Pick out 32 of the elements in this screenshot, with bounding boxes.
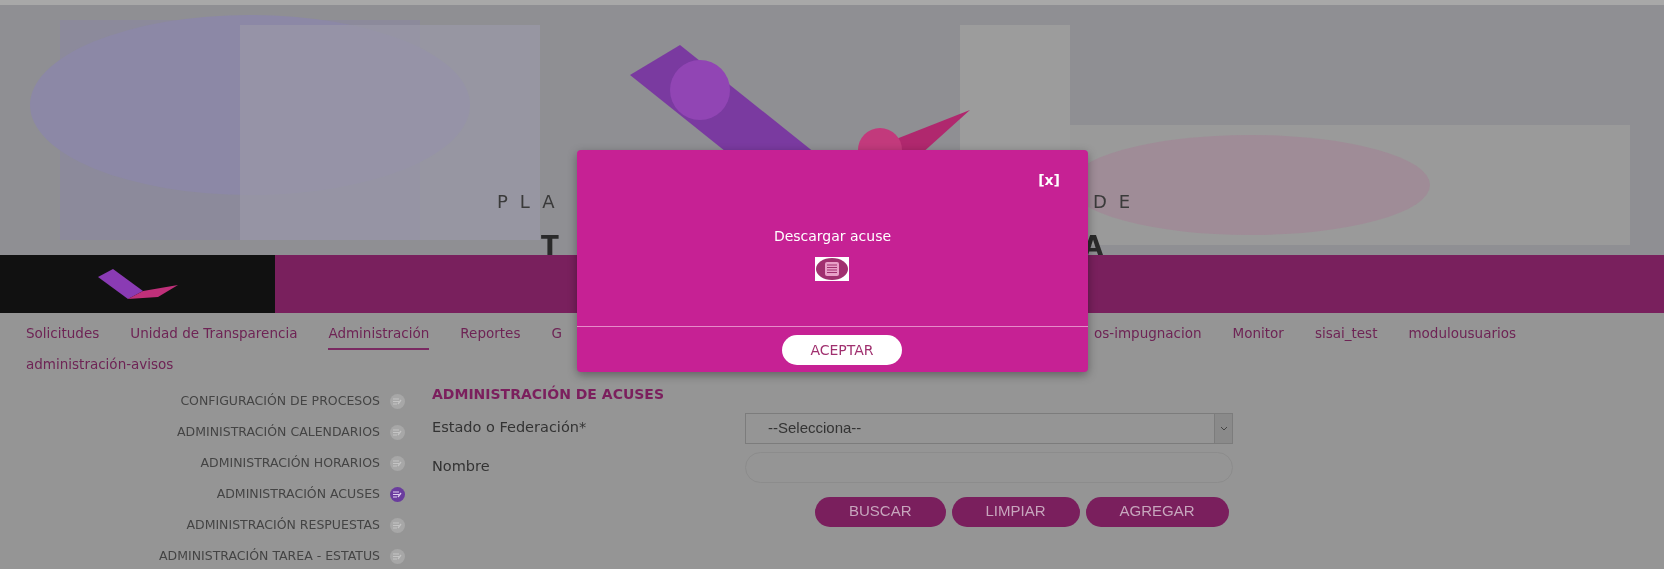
banner-text: T — [541, 230, 559, 255]
sidebar-item[interactable]: ADMINISTRACIÓN ACUSES — [216, 484, 380, 504]
nav-link[interactable]: Administración — [328, 319, 430, 351]
sidebar-item[interactable]: ADMINISTRACIÓN TAREA - ESTATUS — [159, 546, 380, 566]
document-icon[interactable] — [815, 256, 849, 281]
nav-link[interactable]: administración-avisos — [26, 350, 174, 382]
logo-icon — [97, 269, 178, 299]
action-button[interactable]: AGREGAR — [1085, 496, 1229, 527]
nav-link[interactable]: G — [551, 319, 562, 351]
field-label: Estado o Federación* — [432, 418, 588, 438]
action-button[interactable]: LIMPIAR — [951, 496, 1080, 527]
nav-link[interactable]: os-impugnacion — [1094, 319, 1202, 351]
select-field[interactable]: --Selecciona-- — [745, 412, 1233, 444]
nav-link[interactable]: Monitor — [1232, 319, 1284, 351]
close-button[interactable]: [x] — [1038, 170, 1060, 191]
caret-icon — [1219, 425, 1228, 431]
accept-button[interactable]: ACEPTAR — [782, 335, 902, 365]
nav-link[interactable]: modulousuarios — [1408, 319, 1516, 351]
sidebar-item[interactable]: ADMINISTRACIÓN RESPUESTAS — [186, 515, 380, 535]
nav-link[interactable]: Solicitudes — [26, 319, 100, 351]
sidebar-item[interactable]: ADMINISTRACIÓN CALENDARIOS — [177, 422, 380, 442]
modal-message: Descargar acuse — [773, 227, 892, 246]
field-label: Nombre — [432, 457, 491, 477]
sidebar-item[interactable]: CONFIGURACIÓN DE PROCESOS — [180, 391, 380, 411]
nav-link[interactable]: Unidad de Transparencia — [130, 319, 298, 351]
nav-link[interactable]: sisai_test — [1314, 319, 1378, 351]
banner-text: DE — [1093, 190, 1143, 214]
banner-text: PLA — [497, 190, 567, 214]
nav-link[interactable]: Reportes — [460, 319, 521, 351]
sidebar-item[interactable]: ADMINISTRACIÓN HORARIOS — [200, 453, 380, 473]
section-title: ADMINISTRACIÓN DE ACUSES — [432, 384, 665, 404]
action-button[interactable]: BUSCAR — [815, 496, 946, 527]
